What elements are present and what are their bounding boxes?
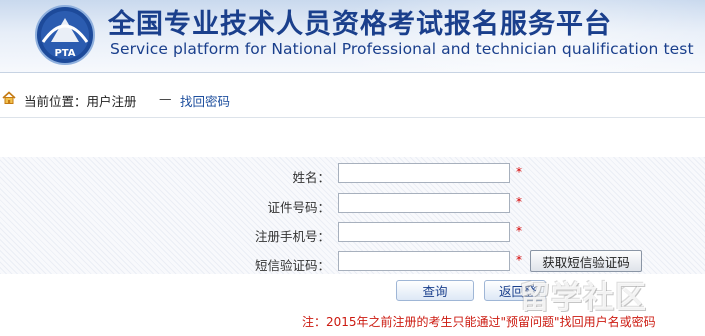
name-label: 姓名： [292,170,330,185]
id-number-label: 证件号码： [267,200,330,215]
breadcrumb-page-link[interactable]: 找回密码 [180,91,230,110]
phone-input[interactable] [338,222,510,242]
get-sms-code-button[interactable]: 获取短信验证码 [530,250,642,272]
back-to-login-button[interactable]: 返回登录 [484,280,546,301]
form-row-name: 姓名： * [0,161,705,189]
breadcrumb: 当前位置：用户注册 — 找回密码 [0,88,705,110]
form-row-id-number: 证件号码： * [0,191,705,219]
svg-text:PTA: PTA [54,48,75,59]
site-subtitle: Service platform for National Profession… [110,40,694,58]
site-header: PTA 全国专业技术人员资格考试报名服务平台 Service platform … [0,0,705,73]
required-mark: * [516,195,522,209]
breadcrumb-current: 当前位置：用户注册 [24,94,137,109]
required-mark: * [516,165,522,179]
breadcrumb-separator: — [159,91,172,106]
divider [0,117,705,118]
home-icon [2,91,16,104]
pta-logo-icon: PTA [35,5,95,65]
sms-code-label: 短信验证码： [254,258,330,273]
form-row-sms-code: 短信验证码： * 获取短信验证码 [0,249,705,277]
site-title: 全国专业技术人员资格考试报名服务平台 [108,9,612,40]
id-number-input[interactable] [338,193,510,213]
required-mark: * [516,224,522,238]
phone-label: 注册手机号： [254,229,330,244]
query-button[interactable]: 查询 [396,280,474,301]
notice-text: 注：2015年之前注册的考生只能通过"预留问题"找回用户名或密码 [302,315,656,329]
required-mark: * [516,253,522,267]
sms-code-input[interactable] [338,251,510,271]
form-row-phone: 注册手机号： * [0,220,705,248]
name-input[interactable] [338,163,510,183]
